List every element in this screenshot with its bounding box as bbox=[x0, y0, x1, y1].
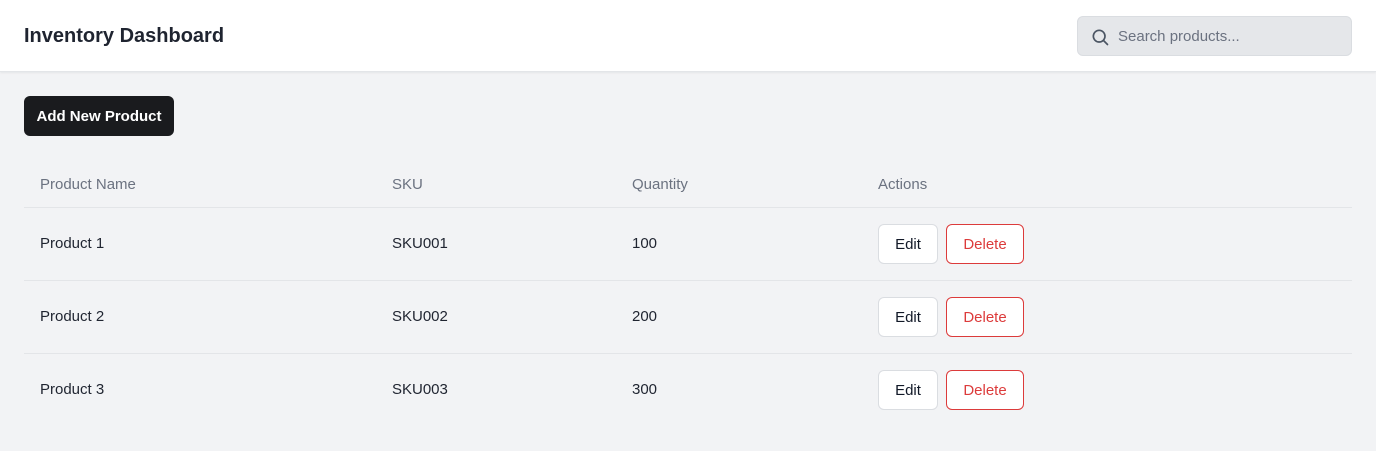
edit-button[interactable]: Edit bbox=[878, 370, 938, 410]
column-header-product-name: Product Name bbox=[40, 176, 136, 193]
column-header-sku: SKU bbox=[392, 176, 423, 193]
product-name-cell: Product 2 bbox=[40, 308, 105, 325]
table-row: Product 1 SKU001 100 Edit Delete bbox=[24, 208, 1352, 281]
delete-button[interactable]: Delete bbox=[946, 370, 1024, 410]
search-input[interactable] bbox=[1118, 17, 1343, 55]
page-title: Inventory Dashboard bbox=[24, 25, 225, 47]
table-header: Product Name SKU Quantity Actions bbox=[24, 160, 1352, 208]
quantity-cell: 100 bbox=[632, 235, 658, 252]
quantity-cell: 200 bbox=[632, 308, 658, 325]
column-header-quantity: Quantity bbox=[632, 176, 688, 193]
sku-cell: SKU002 bbox=[392, 308, 448, 325]
table-row: Product 2 SKU002 200 Edit Delete bbox=[24, 281, 1352, 354]
top-header: Inventory Dashboard bbox=[0, 0, 1376, 72]
product-name-cell: Product 1 bbox=[40, 235, 105, 252]
products-table: Product Name SKU Quantity Actions Produc… bbox=[24, 160, 1352, 427]
search-icon bbox=[1092, 29, 1109, 46]
table-row: Product 3 SKU003 300 Edit Delete bbox=[24, 354, 1352, 427]
edit-button[interactable]: Edit bbox=[878, 224, 938, 264]
delete-button[interactable]: Delete bbox=[946, 224, 1024, 264]
quantity-cell: 300 bbox=[632, 381, 658, 398]
delete-button[interactable]: Delete bbox=[946, 297, 1024, 337]
add-new-product-button[interactable]: Add New Product bbox=[24, 96, 174, 136]
edit-button[interactable]: Edit bbox=[878, 297, 938, 337]
column-header-actions: Actions bbox=[878, 176, 928, 193]
product-name-cell: Product 3 bbox=[40, 381, 105, 398]
sku-cell: SKU003 bbox=[392, 381, 448, 398]
search-box[interactable] bbox=[1077, 16, 1352, 56]
sku-cell: SKU001 bbox=[392, 235, 448, 252]
